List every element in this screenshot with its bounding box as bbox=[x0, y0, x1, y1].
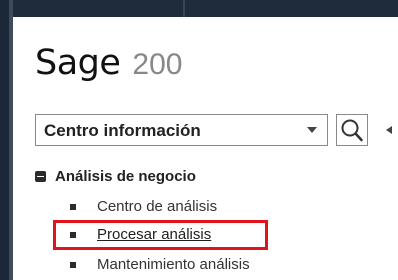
bullet-icon bbox=[70, 203, 76, 210]
tree-item-label: Centro de análisis bbox=[97, 198, 218, 215]
tree-item-label: Mantenimiento análisis bbox=[97, 256, 250, 273]
logo-version: 200 bbox=[132, 48, 183, 81]
tree-item-centro-analisis[interactable]: Centro de análisis bbox=[70, 198, 217, 215]
tree-group-analisis-negocio[interactable]: Análisis de negocio bbox=[35, 168, 196, 185]
search-icon bbox=[341, 119, 363, 142]
left-side-rail bbox=[0, 0, 13, 280]
logo-brand: Sage bbox=[35, 43, 121, 83]
module-selector-dropdown[interactable]: Centro información bbox=[35, 114, 328, 146]
bullet-icon bbox=[70, 261, 76, 268]
sage-logo: Sage 200 bbox=[35, 43, 182, 85]
chevron-left-icon bbox=[386, 126, 392, 134]
module-selector-value: Centro información bbox=[44, 121, 201, 140]
collapse-icon[interactable] bbox=[35, 171, 46, 182]
highlight-box bbox=[53, 220, 268, 250]
tree-group-label: Análisis de negocio bbox=[55, 168, 196, 185]
window-top-strip bbox=[0, 0, 398, 17]
tree-item-mantenimiento-analisis[interactable]: Mantenimiento análisis bbox=[70, 256, 250, 273]
search-button[interactable] bbox=[336, 114, 368, 146]
more-options-button[interactable] bbox=[376, 114, 398, 146]
top-strip-divider bbox=[183, 0, 185, 17]
chevron-down-icon[interactable] bbox=[307, 127, 317, 133]
